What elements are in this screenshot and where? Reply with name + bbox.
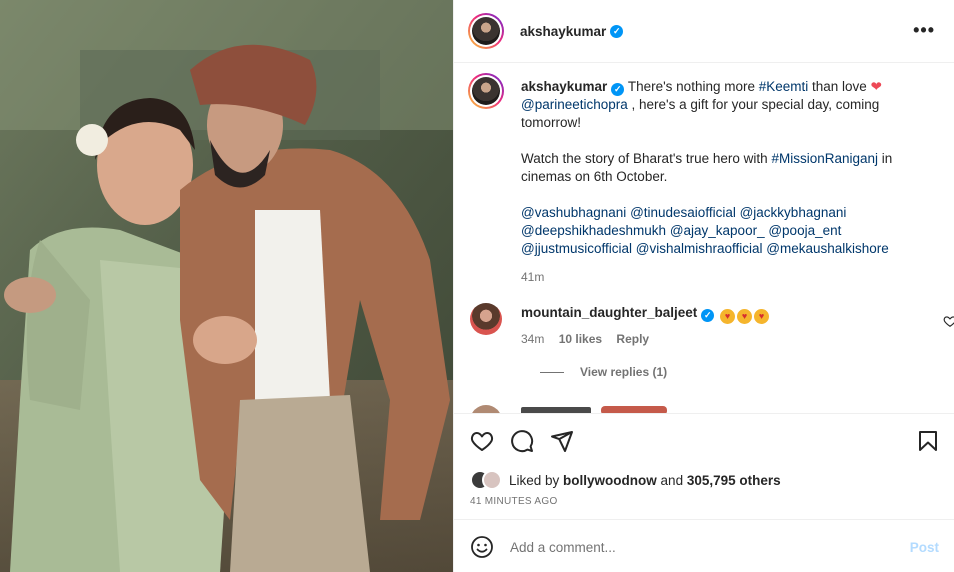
caption-timestamp[interactable]: 41m bbox=[521, 268, 941, 286]
post-timestamp[interactable]: 41 MINUTES AGO bbox=[470, 496, 558, 507]
username-link[interactable]: akshaykumar bbox=[520, 24, 606, 39]
post-image[interactable] bbox=[0, 0, 453, 572]
verified-badge-icon: ✓ bbox=[701, 309, 715, 322]
caption-text-d: Watch the story of Bharat's true hero wi… bbox=[521, 151, 772, 166]
comment-input[interactable] bbox=[510, 535, 890, 559]
comment-meta: 34m 10 likes Reply bbox=[521, 332, 660, 346]
hashtag-keemti[interactable]: #Keemti bbox=[759, 79, 809, 94]
comment-time[interactable]: 34m bbox=[521, 332, 544, 346]
commenter-username[interactable]: mountain_daughter_baljeet bbox=[521, 305, 697, 320]
emoji-smiley-icon[interactable] bbox=[470, 535, 494, 559]
mention-parineetichopra[interactable]: @parineetichopra bbox=[521, 97, 628, 112]
share-icon[interactable] bbox=[550, 429, 574, 453]
caption-avatar[interactable] bbox=[468, 73, 504, 109]
add-comment-bar: Post bbox=[454, 519, 954, 572]
post-photo bbox=[0, 0, 453, 572]
save-bookmark-icon[interactable] bbox=[916, 429, 940, 453]
caption-text: akshaykumar ✓ There's nothing more #Keemt… bbox=[521, 78, 941, 286]
likes-summary: Liked by bollywoodnow and 305,795 others bbox=[470, 470, 781, 490]
caption-paragraph-1: akshaykumar ✓ There's nothing more #Keemt… bbox=[521, 78, 941, 132]
mention-link[interactable]: @vishalmishraofficial bbox=[636, 241, 763, 256]
avatar[interactable] bbox=[468, 13, 504, 49]
caption-text-a: There's nothing more bbox=[627, 79, 759, 94]
liker-avatar[interactable] bbox=[482, 470, 502, 490]
caption-mentions: @vashubhagnani @tinudesaiofficial @jackk… bbox=[521, 204, 941, 258]
comment-like-heart-icon[interactable] bbox=[943, 314, 954, 328]
mention-link[interactable]: @vashubhagnani bbox=[521, 205, 626, 220]
caption-profile-photo bbox=[472, 77, 500, 105]
mention-link[interactable]: @tinudesaiofficial bbox=[630, 205, 736, 220]
mention-link[interactable]: @pooja_ent bbox=[768, 223, 841, 238]
mention-link[interactable]: @jackkybhagnani bbox=[740, 205, 847, 220]
like-heart-icon[interactable] bbox=[470, 429, 494, 453]
more-options-icon[interactable]: ••• bbox=[913, 20, 935, 41]
mention-link[interactable]: @jjustmusicofficial bbox=[521, 241, 632, 256]
caption-paragraph-2: Watch the story of Bharat's true hero wi… bbox=[521, 150, 941, 186]
reply-button[interactable]: Reply bbox=[616, 332, 649, 346]
commenter-avatar[interactable] bbox=[470, 303, 502, 335]
liked-by-label: Liked by bbox=[509, 472, 564, 488]
verified-badge-icon: ✓ bbox=[610, 24, 624, 38]
post-detail-panel: akshaykumar ✓ ••• akshaykumar ✓ There's n… bbox=[453, 0, 954, 572]
profile-photo bbox=[472, 17, 500, 45]
comment-icon[interactable] bbox=[510, 429, 534, 453]
and-label: and bbox=[656, 472, 687, 488]
likes-text: Liked by bollywoodnow and 305,795 others bbox=[509, 473, 781, 488]
mention-link[interactable]: @ajay_kapoor_ bbox=[670, 223, 765, 238]
liker-username[interactable]: bollywoodnow bbox=[563, 473, 657, 488]
mention-link[interactable]: @mekaushalkishore bbox=[766, 241, 889, 256]
hashtag-missionraniganj[interactable]: #MissionRaniganj bbox=[771, 151, 878, 166]
post-comment-button[interactable]: Post bbox=[910, 540, 939, 555]
comment-text: mountain_daughter_baljeet ✓ ♥ ♥ ♥ bbox=[521, 305, 770, 324]
view-replies-button[interactable]: View replies (1) bbox=[540, 365, 667, 379]
heart-eyes-emoji-icon: ♥ bbox=[737, 309, 753, 324]
post-header: akshaykumar ✓ ••• bbox=[454, 0, 954, 63]
red-heart-icon: ❤ bbox=[870, 79, 882, 94]
next-commenter-avatar bbox=[470, 405, 502, 413]
heart-eyes-emoji-icon: ♥ bbox=[754, 309, 770, 324]
next-comment-partial bbox=[470, 405, 940, 413]
next-comment-emojis-cropped bbox=[601, 406, 667, 413]
caption-text-b: than love bbox=[808, 79, 871, 94]
heart-eyes-emoji-icon: ♥ bbox=[720, 309, 736, 324]
verified-badge-icon: ✓ bbox=[611, 83, 625, 96]
action-icons bbox=[470, 429, 940, 453]
likes-count[interactable]: 305,795 others bbox=[687, 473, 781, 488]
comment-likes[interactable]: 10 likes bbox=[559, 332, 602, 346]
caption-username[interactable]: akshaykumar bbox=[521, 79, 607, 94]
mention-link[interactable]: @deepshikhadeshmukh bbox=[521, 223, 666, 238]
